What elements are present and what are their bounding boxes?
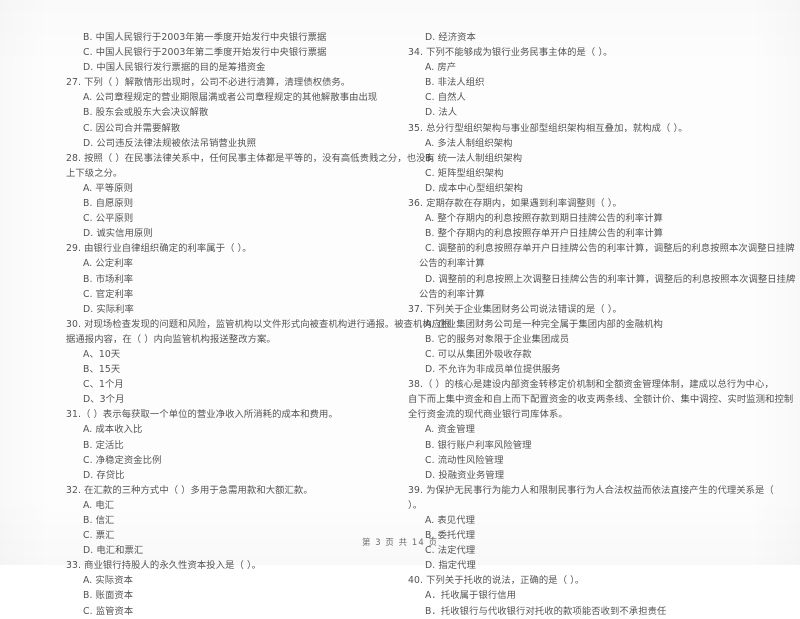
option-line: A．托收属于银行信用	[425, 590, 517, 602]
option-line: C. 自然人	[425, 92, 466, 104]
option-line: D. 实际利率	[83, 303, 134, 315]
option-line: B. 银行账户利率风险管理	[425, 439, 532, 451]
question-line: 29. 由银行业自律组织确定的利率属于（ ）。	[66, 243, 252, 255]
question-line: 28. 按照（ ）在民事法律关系中，任何民事主体都是平等的，没有高低贵贱之分，也…	[66, 152, 435, 164]
question-line: 27. 下列（ ）解散情形出现时，公司不必进行清算，清理债权债务。	[66, 77, 351, 89]
option-line: C. 调整前的利息按照存单开户日挂牌公告的利率计算，调整后的利息按照本次调整日挂…	[425, 243, 795, 255]
question-line: ）。	[408, 499, 423, 511]
option-line: C. 因公司合并需要解散	[83, 122, 181, 134]
exam-page: B. 中国人民银行于2003年第一季度开始发行中央银行票据 C. 中国人民银行于2…	[0, 0, 800, 617]
option-line: A. 多法人制组织架构	[425, 137, 513, 149]
option-line: C. 流动性风险管理	[425, 454, 504, 466]
option-line: A. 公司章程规定的营业期限届满或者公司章程规定的其他解散事由出现	[83, 92, 378, 104]
question-line: 33. 商业银行持股人的永久性资本投入是（ ）。	[66, 560, 262, 572]
option-line: A. 实际资本	[83, 575, 133, 587]
option-line: A. 电汇	[83, 499, 115, 511]
option-line: A. 平等原则	[83, 182, 133, 194]
option-line: C. 矩阵型组织架构	[425, 167, 504, 179]
option-line: A. 企业集团财务公司是一种完全属于集团内部的金融机构	[425, 318, 663, 330]
option-line: C、1个月	[83, 379, 124, 391]
option-line: B. 非法人组织	[425, 77, 485, 89]
question-line: 34. 下列不能够成为银行业务民事主体的是（ ）。	[408, 47, 613, 59]
option-line: C. 中国人民银行于2003年第二季度开始发行中央银行票据	[83, 47, 327, 59]
option-line: B．托收银行与代收银行对托收的款项能否收到不承担责任	[425, 605, 667, 617]
option-line: D、3个月	[83, 394, 125, 406]
option-line: A. 房产	[425, 62, 457, 74]
option-line: B、15天	[83, 364, 121, 376]
option-line: C. 公平原则	[83, 213, 134, 225]
option-line: D. 调整前的利息按照上次调整日挂牌公告的利率计算，调整后的利息按照本次调整日挂…	[425, 273, 796, 285]
option-line: A、10天	[83, 348, 121, 360]
option-line: B. 整个存期内的利息按照存单开户日挂牌公告的利率计算	[425, 228, 664, 240]
option-line: B. 它的服务对象限于企业集团成员	[425, 333, 570, 345]
question-line: 据通报内容，在（ ）内向监管机构报送整改方案。	[66, 333, 276, 345]
option-line: D. 投融资业务管理	[425, 469, 505, 481]
question-line: 自下而上集中资金和自上而下配置资金的收支两条线、全额计价、集中调控、实时监测和控…	[408, 394, 794, 406]
option-line: A. 表见代理	[425, 515, 475, 526]
option-line: 公告的利率计算	[419, 258, 485, 270]
option-line: B. 统一法人制组织架构	[425, 152, 523, 164]
option-line: D. 中国人民银行发行票据的目的是筹措资金	[83, 62, 266, 74]
question-line: 40. 下列关于托收的说法，正确的是（ ）。	[408, 575, 585, 587]
question-line: 35. 总分行型组织架构与事业部型组织架构相互叠加，就构成（ ）。	[408, 122, 688, 134]
option-line: D. 不允许为非成员单位提供服务	[425, 364, 561, 376]
question-line: 32. 在汇款的三种方式中（ ）多用于急需用款和大额汇款。	[66, 484, 313, 496]
question-line: 全行资金流的现代商业银行司库体系。	[408, 409, 568, 421]
option-line: B. 自愿原则	[83, 198, 134, 210]
option-line: D. 经济资本	[425, 32, 476, 43]
two-column-body: B. 中国人民银行于2003年第一季度开始发行中央银行票据 C. 中国人民银行于2…	[66, 30, 795, 617]
option-line: B. 信汇	[83, 515, 115, 526]
right-text-column: D. 经济资本 34. 下列不能够成为银行业务民事主体的是（ ）。 A. 房产 B. …	[408, 30, 796, 619]
question-line: 39. 为保护无民事行为能力人和限制民事行为人合法权益而依法直接产生的代理关系是…	[408, 484, 774, 496]
option-line: C. 可以从集团外吸收存款	[425, 348, 532, 360]
option-line: B. 中国人民银行于2003年第一季度开始发行中央银行票据	[83, 32, 327, 43]
option-line: C. 监管资本	[83, 605, 134, 617]
option-line: D. 成本中心型组织架构	[425, 182, 523, 194]
option-line: C. 净稳定资金比例	[83, 454, 162, 466]
question-line: 30. 对现场检查发现的问题和风险，监管机构以文件形式向被查机构进行通报。被查机…	[66, 318, 451, 330]
option-line: C. 官定利率	[83, 288, 134, 300]
question-line: 36. 定期存款在存期内，如果遇到利率调整则（ ）。	[408, 198, 622, 210]
option-line: D. 诚实信用原则	[83, 228, 153, 240]
option-line: B. 定活比	[83, 439, 124, 451]
option-line: D. 法人	[425, 107, 458, 119]
option-line: D. 存贷比	[83, 469, 125, 481]
option-line: D. 指定代理	[425, 560, 476, 572]
question-line: 31.（ ）表示每获取一个单位的营业净收入所消耗的成本和费用。	[66, 409, 338, 421]
option-line: B. 账面资本	[83, 590, 134, 602]
option-line: A. 公定利率	[83, 258, 133, 270]
option-line: D. 公司违反法律法规被依法吊销营业执照	[83, 137, 257, 149]
page-footer: 第 3 页 共 14 页	[362, 537, 438, 547]
option-line: B. 市场利率	[83, 273, 134, 285]
left-text-column: B. 中国人民银行于2003年第一季度开始发行中央银行票据 C. 中国人民银行于2…	[66, 30, 451, 619]
option-line: A. 成本收入比	[83, 424, 143, 436]
option-line: 公告的利率计算	[419, 288, 485, 300]
option-line: B. 股东会或股东大会决议解散	[83, 107, 209, 119]
option-line: A. 资金管理	[425, 424, 475, 436]
option-line: A. 整个存期内的利息按照存款到期日挂牌公告的利率计算	[425, 213, 663, 225]
question-line: 38.（ ）的核心是建设内部资金转移定价机制和全额资金管理体制，建成以总行为中心…	[408, 379, 774, 391]
question-line: 上下级之分。	[66, 167, 123, 179]
question-line: 37. 下列关于企业集团财务公司说法错误的是（ ）。	[408, 303, 622, 315]
